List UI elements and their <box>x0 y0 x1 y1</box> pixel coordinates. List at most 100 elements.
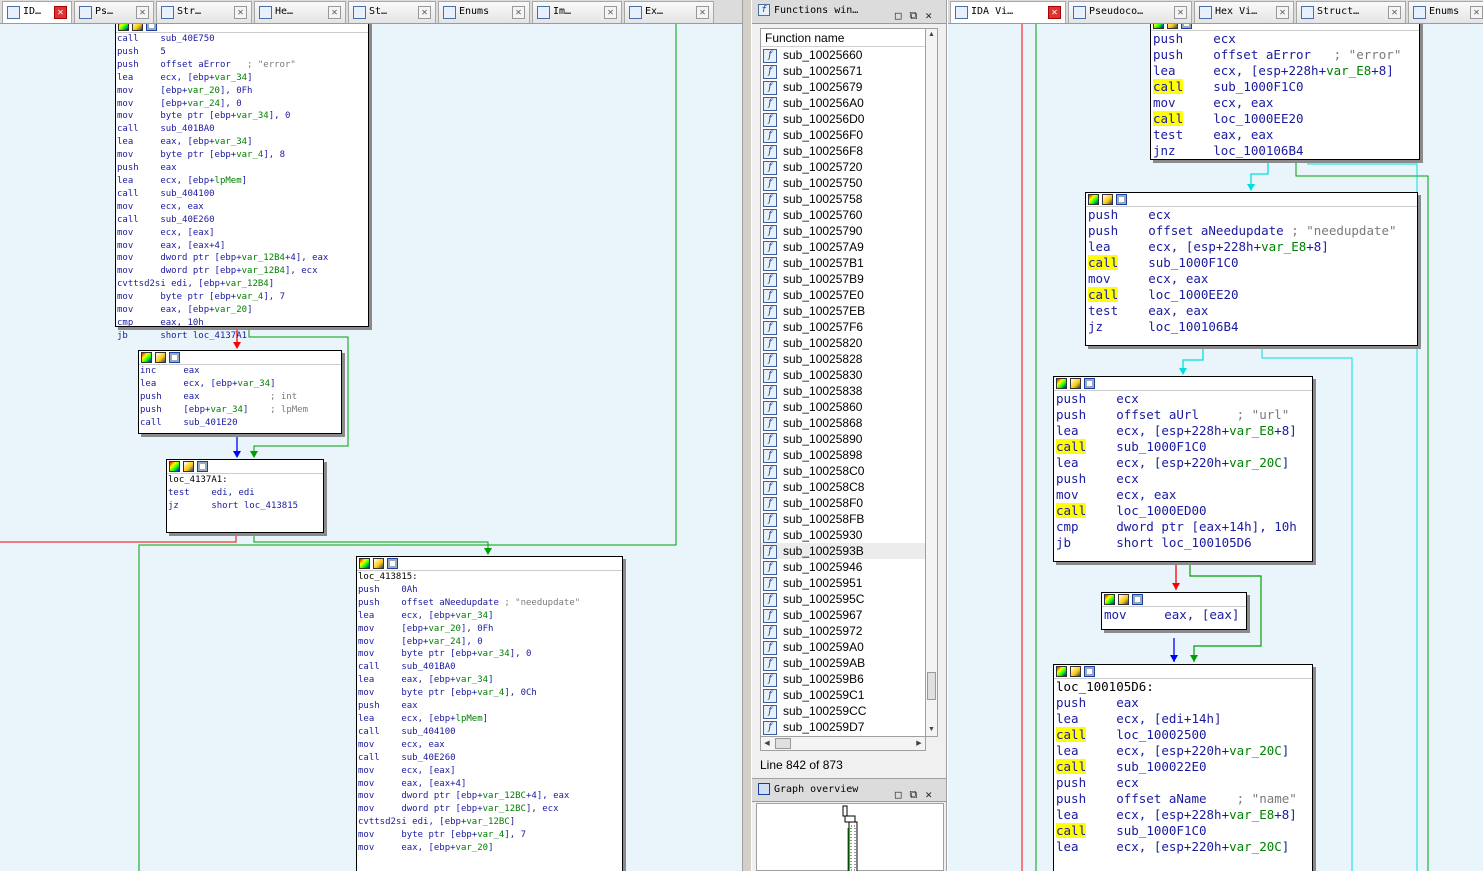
function-list-item[interactable]: f sub_100256F0 <box>761 127 925 143</box>
function-list-item[interactable]: f sub_10025838 <box>761 383 925 399</box>
function-list-item[interactable]: f sub_10025679 <box>761 79 925 95</box>
restore-icon[interactable]: □ <box>895 9 910 22</box>
asm-line[interactable]: call loc_1000ED00 <box>1054 503 1312 519</box>
tab-structures[interactable]: Struct… ✕ <box>1296 1 1406 23</box>
close-tab-icon[interactable]: ✕ <box>1470 6 1483 19</box>
tab-exports[interactable]: Ex… ✕ <box>624 1 714 23</box>
code-block-needupdate-check[interactable]: push ecx push offset aNeedupdate ; "needu… <box>1085 192 1418 346</box>
asm-line[interactable]: push ecx <box>1151 31 1419 47</box>
block-group-icon[interactable] <box>1132 594 1143 605</box>
function-list-item[interactable]: f sub_100257A9 <box>761 239 925 255</box>
asm-line[interactable]: mov byte ptr [ebp+var_4], 7 <box>357 829 622 842</box>
hscroll-thumb[interactable] <box>775 738 791 749</box>
asm-line[interactable]: inc eax <box>139 365 341 378</box>
asm-line[interactable]: push eax <box>116 162 368 175</box>
tab-pseudocode[interactable]: Ps… ✕ <box>74 1 154 23</box>
function-list-item[interactable]: f sub_10025930 <box>761 527 925 543</box>
asm-line[interactable]: push ecx <box>1054 471 1312 487</box>
close-tab-icon[interactable]: ✕ <box>418 6 431 19</box>
block-group-icon[interactable] <box>1181 24 1192 29</box>
close-tab-icon[interactable]: ✕ <box>54 6 67 19</box>
asm-line[interactable]: mov [ebp+var_24], 0 <box>116 98 368 111</box>
asm-line[interactable]: mov eax, [eax+4] <box>116 240 368 253</box>
asm-line[interactable]: cmp dword ptr [eax+14h], 10h <box>1054 519 1312 535</box>
tab-structures[interactable]: St… ✕ <box>348 1 436 23</box>
block-color-icon[interactable] <box>1056 378 1067 389</box>
asm-line[interactable]: push ecx <box>1054 391 1312 407</box>
block-color-icon[interactable] <box>141 352 152 363</box>
close-tab-icon[interactable]: ✕ <box>234 6 247 19</box>
asm-line[interactable]: lea ecx, [esp+228h+var_E8+8] <box>1151 63 1419 79</box>
asm-line[interactable]: mov byte ptr [ebp+var_4], 8 <box>116 149 368 162</box>
asm-line[interactable]: call sub_404100 <box>116 188 368 201</box>
close-icon[interactable]: ✕ <box>925 788 940 801</box>
asm-line[interactable]: lea ecx, [esp+228h+var_E8+8] <box>1054 807 1312 823</box>
asm-line[interactable]: mov [ebp+var_24], 0 <box>357 636 622 649</box>
asm-line[interactable]: jnz loc_100106B4 <box>1151 143 1419 159</box>
function-list-item[interactable]: f sub_10025750 <box>761 175 925 191</box>
asm-line[interactable]: push offset aNeedupdate ; "needupdate" <box>357 597 622 610</box>
asm-line[interactable]: mov eax, [eax+4] <box>357 778 622 791</box>
disassembly-graph-left[interactable]: call sub_40E750 push 5 push offset aError … <box>0 24 742 871</box>
asm-line[interactable]: lea ecx, [ebp+lpMem] <box>116 175 368 188</box>
asm-line[interactable]: push ecx <box>1086 207 1417 223</box>
asm-line[interactable]: test eax, eax <box>1086 303 1417 319</box>
block-edit-icon[interactable] <box>155 352 166 363</box>
asm-line[interactable]: call sub_40E260 <box>116 214 368 227</box>
graph-overview-canvas[interactable] <box>756 803 944 871</box>
code-block-loc-413815[interactable]: loc_413815: push 0Ah push offset aNeedupda… <box>356 556 623 871</box>
function-list-item[interactable]: f sub_100257B9 <box>761 271 925 287</box>
scroll-right-icon[interactable]: ▶ <box>913 737 925 750</box>
tab-ida-view[interactable]: ID… ✕ <box>2 1 72 23</box>
block-group-icon[interactable] <box>1084 666 1095 677</box>
function-list-item[interactable]: f sub_100258FB <box>761 511 925 527</box>
function-list-item[interactable]: f sub_10025790 <box>761 223 925 239</box>
block-edit-icon[interactable] <box>183 461 194 472</box>
asm-line[interactable]: lea ecx, [ebp+var_34] <box>116 72 368 85</box>
ida-view-left[interactable]: ID… ✕ Ps… ✕ Str… ✕ He… ✕ St… ✕ Enums ✕ Im… ✕ Ex… ✕ call… <box>0 0 742 871</box>
function-list-item[interactable]: f sub_100258F0 <box>761 495 925 511</box>
tab-hex-view[interactable]: He… ✕ <box>254 1 346 23</box>
asm-line[interactable]: push eax <box>357 700 622 713</box>
close-tab-icon[interactable]: ✕ <box>1388 6 1401 19</box>
block-edit-icon[interactable] <box>1070 666 1081 677</box>
asm-line[interactable]: mov ecx, eax <box>1054 487 1312 503</box>
function-list-item[interactable]: f sub_10025951 <box>761 575 925 591</box>
asm-line[interactable]: mov ecx, eax <box>1151 95 1419 111</box>
asm-line[interactable]: push offset aNeedupdate ; "needupdate" <box>1086 223 1417 239</box>
code-block-mov-eax[interactable]: mov eax, [eax] <box>1101 592 1247 630</box>
function-list-item[interactable]: f sub_100256A0 <box>761 95 925 111</box>
code-block-url[interactable]: push ecx push offset aUrl ; "url" lea ecx,… <box>1053 376 1313 562</box>
close-tab-icon[interactable]: ✕ <box>328 6 341 19</box>
asm-line[interactable]: jz short loc_413815 <box>167 500 323 513</box>
asm-line[interactable]: push offset aName ; "name" <box>1054 791 1312 807</box>
block-color-icon[interactable] <box>1104 594 1115 605</box>
block-color-icon[interactable] <box>359 558 370 569</box>
block-color-icon[interactable] <box>1088 194 1099 205</box>
asm-line[interactable]: jb short loc_4137A1 <box>116 330 368 343</box>
asm-line[interactable]: call sub_401BA0 <box>116 123 368 136</box>
asm-line[interactable]: mov dword ptr [ebp+var_12BC+4], eax <box>357 790 622 803</box>
tab-strings[interactable]: Str… ✕ <box>156 1 252 23</box>
asm-line[interactable]: mov ecx, eax <box>116 201 368 214</box>
asm-line[interactable]: mov [ebp+var_20], 0Fh <box>357 623 622 636</box>
function-list-item[interactable]: f sub_100258C8 <box>761 479 925 495</box>
functions-horizontal-scrollbar[interactable]: ◀ ▶ <box>760 737 926 751</box>
asm-line[interactable]: mov eax, [ebp+var_20] <box>116 304 368 317</box>
asm-line[interactable]: jz loc_100106B4 <box>1086 319 1417 335</box>
asm-line[interactable]: lea ecx, [esp+220h+var_20C] <box>1054 743 1312 759</box>
asm-line[interactable]: mov byte ptr [ebp+var_4], 7 <box>116 291 368 304</box>
function-list-item[interactable]: f sub_1002593B <box>761 543 925 559</box>
close-icon[interactable]: ✕ <box>925 9 940 22</box>
close-tab-icon[interactable]: ✕ <box>1276 6 1289 19</box>
close-tab-icon[interactable]: ✕ <box>136 6 149 19</box>
asm-line[interactable]: push offset aError ; "error" <box>1151 47 1419 63</box>
asm-line[interactable]: call loc_1000EE20 <box>1086 287 1417 303</box>
float-icon[interactable]: ⧉ <box>910 9 926 22</box>
ida-view-right[interactable]: IDA Vi… ✕ Pseudoco… ✕ Hex Vi… ✕ Struct… ✕ Enums ✕ <box>948 0 1483 871</box>
asm-line[interactable]: mov ecx, [eax] <box>357 765 622 778</box>
tab-pseudocode[interactable]: Pseudoco… ✕ <box>1068 1 1192 23</box>
scroll-up-icon[interactable]: ▲ <box>926 29 937 41</box>
function-list-item[interactable]: f sub_10025830 <box>761 367 925 383</box>
asm-line[interactable]: push 5 <box>116 46 368 59</box>
